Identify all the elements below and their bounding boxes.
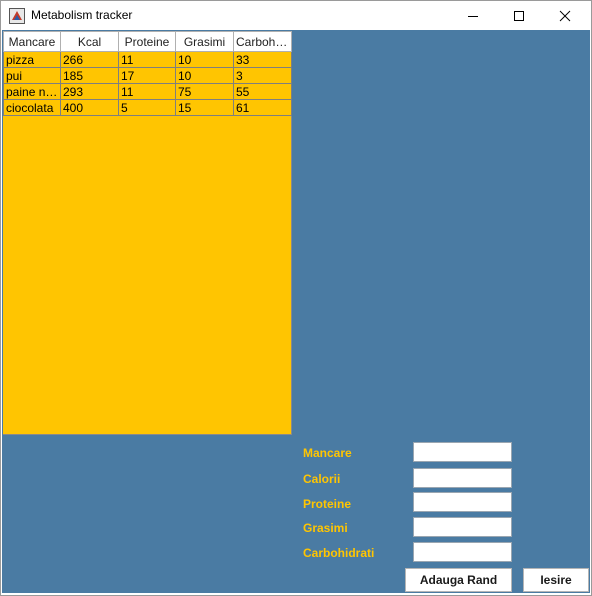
column-header-carbohidrati[interactable]: Carbohid... [233, 31, 292, 52]
table-cell[interactable]: 17 [118, 67, 176, 84]
table-cell[interactable]: 55 [233, 83, 292, 100]
table-cell[interactable]: 5 [118, 99, 176, 116]
minimize-icon [468, 15, 478, 17]
grasimi-input[interactable] [413, 517, 512, 537]
table-cell[interactable]: pizza [3, 51, 61, 68]
table-row[interactable]: ciocolata 400 5 15 61 [3, 99, 292, 116]
maximize-button[interactable] [496, 1, 542, 30]
table-cell[interactable]: 11 [118, 51, 176, 68]
column-header-grasimi[interactable]: Grasimi [175, 31, 234, 52]
table-cell[interactable]: ciocolata [3, 99, 61, 116]
table-cell[interactable]: 33 [233, 51, 292, 68]
table-cell[interactable]: 11 [118, 83, 176, 100]
table-cell[interactable]: 75 [175, 83, 234, 100]
table-row[interactable]: paine ne... 293 11 75 55 [3, 83, 292, 100]
table-cell[interactable]: 61 [233, 99, 292, 116]
maximize-icon [514, 10, 524, 21]
table-cell[interactable]: 293 [60, 83, 119, 100]
table-cell[interactable]: pui [3, 67, 61, 84]
table-cell[interactable]: paine ne... [3, 83, 61, 100]
table-cell[interactable]: 185 [60, 67, 119, 84]
close-button[interactable] [542, 1, 588, 30]
mancare-input[interactable] [413, 442, 512, 462]
table-cell[interactable]: 266 [60, 51, 119, 68]
table-row[interactable]: pui 185 17 10 3 [3, 67, 292, 84]
table-header-row: Mancare Kcal Proteine Grasimi Carbohid..… [3, 31, 292, 52]
add-row-button[interactable]: Adauga Rand [405, 568, 512, 592]
minimize-button[interactable] [450, 1, 496, 30]
title-bar[interactable]: Metabolism tracker [1, 1, 591, 30]
label-proteine: Proteine [303, 497, 352, 511]
proteine-input[interactable] [413, 492, 512, 512]
label-mancare: Mancare [303, 446, 352, 460]
label-calorii: Calorii [303, 472, 341, 486]
window-title: Metabolism tracker [31, 8, 133, 22]
calorii-input[interactable] [413, 468, 512, 488]
content-panel: Mancare Kcal Proteine Grasimi Carbohid..… [2, 30, 590, 593]
food-table[interactable]: Mancare Kcal Proteine Grasimi Carbohid..… [3, 31, 292, 116]
table-row[interactable]: pizza 266 11 10 33 [3, 51, 292, 68]
label-grasimi: Grasimi [303, 521, 348, 535]
column-header-proteine[interactable]: Proteine [118, 31, 176, 52]
table-cell[interactable]: 10 [175, 67, 234, 84]
close-icon [559, 10, 571, 21]
table-cell[interactable]: 3 [233, 67, 292, 84]
table-cell[interactable]: 15 [175, 99, 234, 116]
column-header-mancare[interactable]: Mancare [3, 31, 61, 52]
carbohidrati-input[interactable] [413, 542, 512, 562]
exit-button[interactable]: Iesire [523, 568, 589, 592]
food-table-scroll[interactable]: Mancare Kcal Proteine Grasimi Carbohid..… [3, 31, 292, 435]
label-carbohidrati: Carbohidrati [303, 546, 375, 560]
app-window: Metabolism tracker Mancare Kcal Proteine… [0, 0, 592, 596]
java-app-icon [9, 8, 25, 24]
table-cell[interactable]: 10 [175, 51, 234, 68]
column-header-kcal[interactable]: Kcal [60, 31, 119, 52]
table-cell[interactable]: 400 [60, 99, 119, 116]
